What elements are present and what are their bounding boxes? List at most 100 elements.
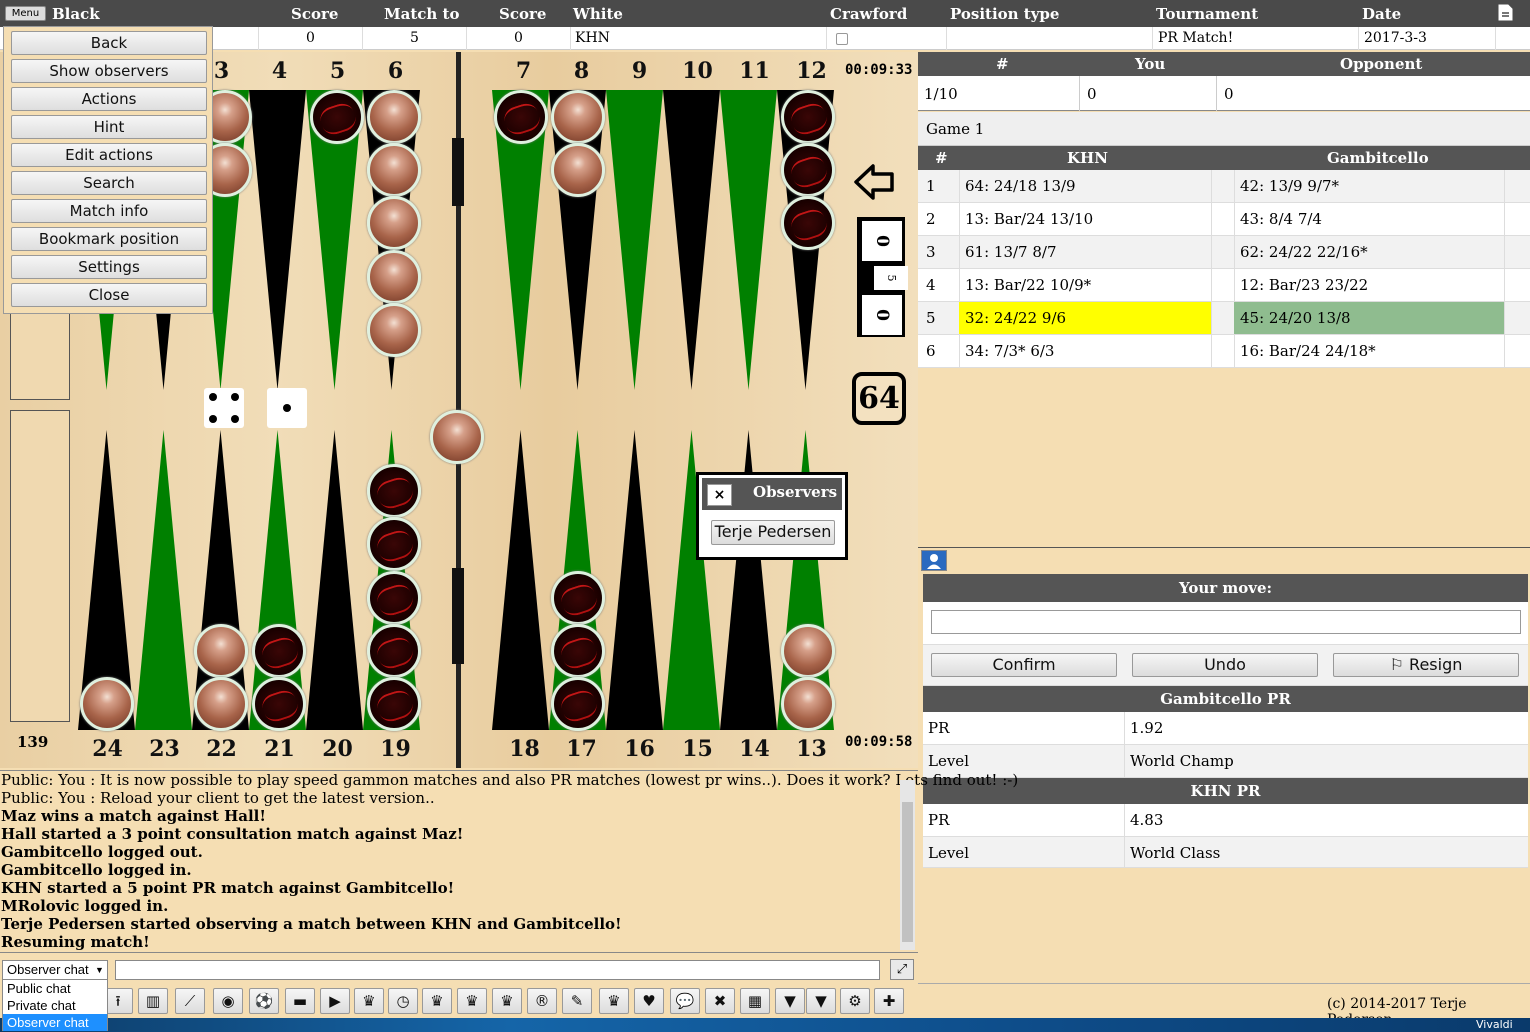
search-button[interactable]: Search bbox=[11, 171, 207, 195]
checker-white-on-bar[interactable] bbox=[430, 410, 484, 464]
hint-button[interactable]: Hint bbox=[11, 115, 207, 139]
line-chart-icon[interactable]: ⟋ bbox=[175, 988, 205, 1014]
back-button[interactable]: Back bbox=[11, 31, 207, 55]
checker-white[interactable] bbox=[80, 677, 134, 731]
edit-icon[interactable]: ✎ bbox=[562, 988, 592, 1014]
checker-black[interactable] bbox=[367, 464, 421, 518]
move-cell-player1[interactable]: 34: 7/3* 6/3 bbox=[959, 335, 1211, 367]
move-cell-player2[interactable]: 43: 8/4 7/4 bbox=[1234, 203, 1504, 235]
chat-bubble-icon[interactable]: 💬 bbox=[670, 988, 700, 1014]
move-row[interactable]: 6 34: 7/3* 6/3 16: Bar/24 24/18* bbox=[918, 335, 1530, 368]
checker-black[interactable] bbox=[781, 196, 835, 250]
undo-button[interactable]: Undo bbox=[1132, 653, 1318, 677]
close-icon[interactable]: × bbox=[707, 484, 732, 506]
doubling-cube[interactable]: 64 bbox=[852, 372, 906, 425]
chat-input[interactable] bbox=[115, 960, 880, 980]
checker-white[interactable] bbox=[551, 143, 605, 197]
option-private-chat[interactable]: Private chat bbox=[3, 997, 107, 1014]
edit-actions-button[interactable]: Edit actions bbox=[11, 143, 207, 167]
checker-white[interactable] bbox=[194, 624, 248, 678]
match-info-button[interactable]: Match info bbox=[11, 199, 207, 223]
checker-black[interactable] bbox=[551, 571, 605, 625]
film-icon[interactable]: ▦ bbox=[740, 988, 770, 1014]
checker-black[interactable] bbox=[367, 517, 421, 571]
eye-icon[interactable]: ◉ bbox=[213, 988, 243, 1014]
checker-white[interactable] bbox=[367, 196, 421, 250]
move-row[interactable]: 3 61: 13/7 8/7 62: 24/22 22/16* bbox=[918, 236, 1530, 269]
checker-black[interactable] bbox=[367, 624, 421, 678]
trophy-icon[interactable]: ♛ bbox=[354, 988, 384, 1014]
trophy-icon[interactable]: ♛ bbox=[492, 988, 522, 1014]
move-input[interactable] bbox=[931, 610, 1521, 634]
checker-black[interactable] bbox=[551, 624, 605, 678]
soccer-ball-icon[interactable]: ⚽ bbox=[249, 988, 279, 1014]
move-cell-player1[interactable]: 13: Bar/24 13/10 bbox=[959, 203, 1211, 235]
confirm-button[interactable]: Confirm bbox=[931, 653, 1117, 677]
show-observers-button[interactable]: Show observers bbox=[11, 59, 207, 83]
checker-black[interactable] bbox=[551, 677, 605, 731]
settings-icon[interactable]: ⚙ bbox=[840, 988, 870, 1014]
checker-white[interactable] bbox=[367, 303, 421, 357]
chat-scrollbar[interactable] bbox=[900, 780, 915, 950]
die-one[interactable] bbox=[267, 388, 307, 428]
archive-icon[interactable]: ▬ bbox=[285, 988, 315, 1014]
move-row[interactable]: 4 13: Bar/22 10/9* 12: Bar/23 23/22 bbox=[918, 269, 1530, 302]
checker-black[interactable] bbox=[781, 143, 835, 197]
chat-channel-select[interactable]: Observer chat ▼ bbox=[2, 960, 108, 980]
user-icon[interactable] bbox=[921, 550, 947, 571]
checker-black[interactable] bbox=[781, 90, 835, 144]
checker-white[interactable] bbox=[781, 624, 835, 678]
move-cell-player2[interactable]: 62: 24/22 22/16* bbox=[1234, 236, 1504, 268]
option-public-chat[interactable]: Public chat bbox=[3, 980, 107, 997]
move-row[interactable]: 5 32: 24/22 9/6 45: 24/20 13/8 bbox=[918, 302, 1530, 335]
move-cell-player1[interactable]: 64: 24/18 13/9 bbox=[959, 170, 1211, 202]
close-icon[interactable]: ✖ bbox=[705, 988, 735, 1014]
plus-icon[interactable]: ✚ bbox=[874, 988, 904, 1014]
move-cell-player1[interactable]: 32: 24/22 9/6 bbox=[959, 302, 1211, 334]
crawford-checkbox[interactable] bbox=[836, 33, 848, 45]
bookmark-position-button[interactable]: Bookmark position bbox=[11, 227, 207, 251]
trophy-icon[interactable]: ♛ bbox=[457, 988, 487, 1014]
settings-button[interactable]: Settings bbox=[11, 255, 207, 279]
die-four[interactable] bbox=[204, 388, 244, 428]
expand-icon[interactable]: ⤢ bbox=[890, 959, 914, 980]
actions-button[interactable]: Actions bbox=[11, 87, 207, 111]
move-row[interactable]: 1 64: 24/18 13/9 42: 13/9 9/7* bbox=[918, 170, 1530, 203]
checker-white[interactable] bbox=[551, 90, 605, 144]
registered-icon[interactable]: ® bbox=[527, 988, 557, 1014]
move-cell-player2[interactable]: 42: 13/9 9/7* bbox=[1234, 170, 1504, 202]
trophy-icon[interactable]: ♛ bbox=[599, 988, 629, 1014]
move-cell-player2[interactable]: 45: 24/20 13/8 bbox=[1234, 302, 1504, 334]
bar-chart-icon[interactable]: ▥ bbox=[138, 988, 168, 1014]
checker-white[interactable] bbox=[367, 250, 421, 304]
checker-black[interactable] bbox=[252, 677, 306, 731]
clock-icon[interactable]: ◷ bbox=[388, 988, 418, 1014]
move-cell-player2[interactable]: 16: Bar/24 24/18* bbox=[1234, 335, 1504, 367]
level1-value: World Champ bbox=[1130, 752, 1234, 770]
checker-white[interactable] bbox=[194, 677, 248, 731]
checker-black[interactable] bbox=[367, 677, 421, 731]
option-observer-chat[interactable]: Observer chat bbox=[3, 1014, 107, 1031]
observer-name[interactable]: Terje Pedersen bbox=[711, 520, 835, 545]
play-icon[interactable]: ▶ bbox=[320, 988, 350, 1014]
checker-white[interactable] bbox=[781, 677, 835, 731]
bookmark-icon[interactable]: ▼ bbox=[775, 988, 805, 1014]
heart-icon[interactable]: ♥ bbox=[634, 988, 664, 1014]
bookmark-icon[interactable]: ▼ bbox=[806, 988, 836, 1014]
export-icon[interactable] bbox=[1498, 4, 1513, 25]
trophy-icon[interactable]: ♛ bbox=[422, 988, 452, 1014]
checker-black[interactable] bbox=[367, 571, 421, 625]
checker-black[interactable] bbox=[252, 624, 306, 678]
point-number: 12 bbox=[796, 58, 827, 84]
move-cell-player1[interactable]: 61: 13/7 8/7 bbox=[959, 236, 1211, 268]
checker-black[interactable] bbox=[310, 90, 364, 144]
checker-white[interactable] bbox=[367, 90, 421, 144]
move-cell-player1[interactable]: 13: Bar/22 10/9* bbox=[959, 269, 1211, 301]
move-row[interactable]: 2 13: Bar/24 13/10 43: 8/4 7/4 bbox=[918, 203, 1530, 236]
checker-white[interactable] bbox=[367, 143, 421, 197]
menu-button[interactable]: Menu bbox=[5, 6, 46, 21]
checker-black[interactable] bbox=[494, 90, 548, 144]
close-menu-button[interactable]: Close bbox=[11, 283, 207, 307]
move-cell-player2[interactable]: 12: Bar/23 23/22 bbox=[1234, 269, 1504, 301]
resign-button[interactable]: ⚐ Resign bbox=[1333, 653, 1519, 677]
